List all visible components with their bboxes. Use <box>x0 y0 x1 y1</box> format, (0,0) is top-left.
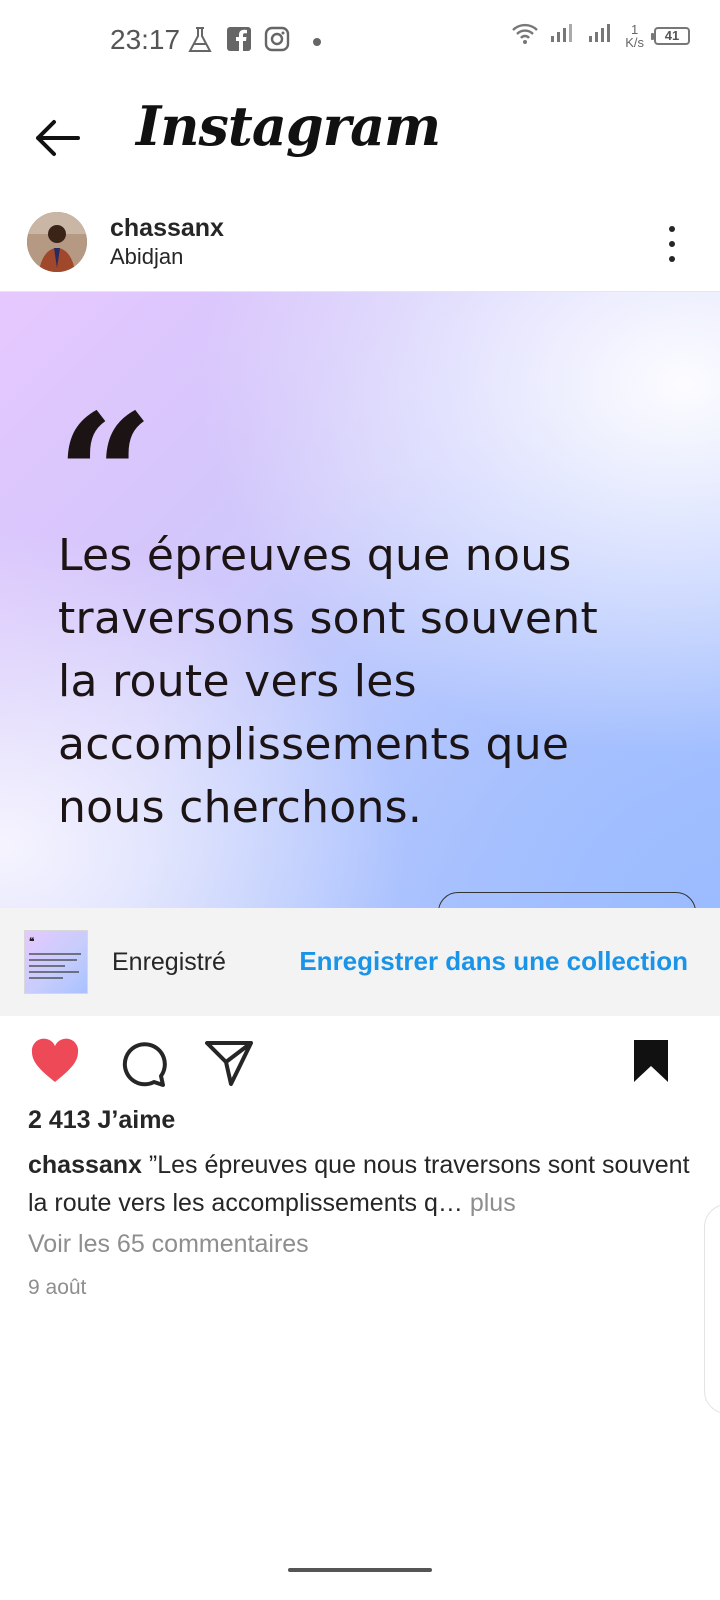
save-button[interactable] <box>630 1038 680 1088</box>
network-speed-value: 1 <box>630 21 639 37</box>
avatar[interactable] <box>27 212 87 272</box>
battery-level: 41 <box>664 28 680 43</box>
post-date: 9 août <box>28 1276 87 1299</box>
quote-mark: “ <box>56 377 154 577</box>
more-options-button[interactable] <box>662 224 682 264</box>
post-location[interactable]: Abidjan <box>110 244 183 270</box>
thumbnail-line <box>29 959 77 961</box>
likes-count[interactable]: 2 413 J’aime <box>28 1106 175 1135</box>
saved-label: Enregistré <box>112 948 226 976</box>
heart-icon <box>31 1038 79 1082</box>
send-icon <box>205 1041 253 1086</box>
flask-icon <box>187 26 213 59</box>
post-username[interactable]: chassanx <box>110 214 224 243</box>
status-time: 23:17 <box>110 24 181 55</box>
post-image[interactable]: “ Les épreuves que nous traversons sont … <box>0 292 720 908</box>
save-to-collection-button[interactable]: Enregistrer dans une collection <box>299 946 688 977</box>
status-bar: 23:17 1 K/s 41 <box>0 0 720 80</box>
post-header: chassanx Abidjan <box>0 200 720 292</box>
signature-badge <box>438 892 696 908</box>
instagram-icon <box>264 26 290 57</box>
thumbnail-line <box>29 965 65 967</box>
status-indicators: 1 K/s 41 <box>511 22 690 49</box>
home-indicator[interactable] <box>288 1568 432 1572</box>
saved-banner: ❝ Enregistré Enregistrer dans une collec… <box>0 908 720 1016</box>
like-button[interactable] <box>30 1038 80 1088</box>
edge-panel-handle[interactable] <box>704 1204 720 1414</box>
saved-thumbnail: ❝ <box>24 930 88 994</box>
post-caption: chassanx ”Les épreuves que nous traverso… <box>28 1146 698 1222</box>
network-speed: 1 K/s <box>625 23 644 49</box>
comment-button[interactable] <box>118 1038 168 1088</box>
signal-icon <box>587 22 615 49</box>
caption-username[interactable]: chassanx <box>28 1151 142 1179</box>
facebook-icon <box>226 26 252 57</box>
instagram-logo: Instagram <box>136 94 441 158</box>
network-speed-unit: K/s <box>625 34 644 50</box>
caption-more-link[interactable]: plus <box>463 1189 516 1217</box>
thumbnail-line <box>29 977 63 979</box>
post-actions <box>0 1030 720 1090</box>
dot-icon <box>312 34 322 52</box>
more-dot <box>669 226 675 232</box>
thumbnail-line <box>29 971 79 973</box>
app-header: Instagram <box>0 90 720 190</box>
quote-text: Les épreuves que nous traversons sont so… <box>58 530 598 833</box>
thumbnail-quote-icon: ❝ <box>29 937 35 948</box>
more-dot <box>669 256 675 262</box>
view-comments-link[interactable]: Voir les 65 commentaires <box>28 1230 309 1259</box>
thumbnail-line <box>29 953 81 955</box>
bookmark-filled-icon <box>634 1040 668 1082</box>
signal-icon <box>549 22 577 49</box>
share-button[interactable] <box>204 1038 254 1088</box>
comment-icon <box>122 1042 167 1087</box>
wifi-icon <box>511 22 539 49</box>
back-button[interactable] <box>28 110 84 166</box>
more-dot <box>669 241 675 247</box>
battery-icon: 41 <box>651 26 690 45</box>
arrow-left-icon <box>36 120 80 156</box>
